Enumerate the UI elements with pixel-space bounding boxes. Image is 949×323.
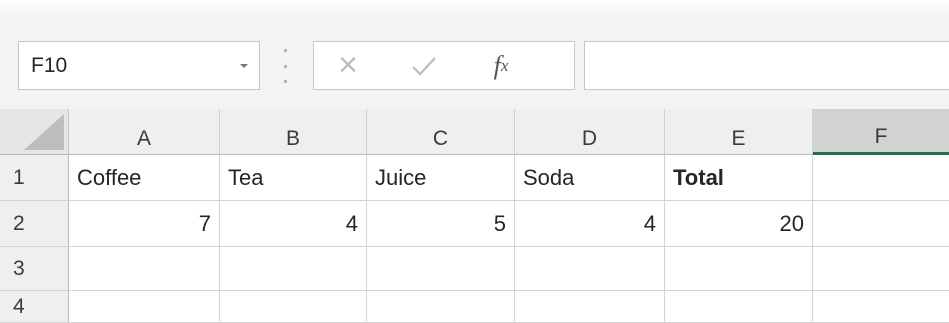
name-box-value[interactable]: F10 xyxy=(19,54,229,78)
cell-f4[interactable] xyxy=(813,291,949,323)
cell-a3[interactable] xyxy=(69,247,220,291)
cancel-icon[interactable]: × xyxy=(314,42,382,89)
column-header-a[interactable]: A xyxy=(69,109,220,155)
cell-e2[interactable]: 20 xyxy=(665,201,813,247)
row-header-4[interactable]: 4 xyxy=(0,291,69,323)
fx-sub: x xyxy=(500,55,509,75)
name-box[interactable]: F10 xyxy=(18,41,260,90)
column-header-c[interactable]: C xyxy=(367,109,515,155)
cell-a2[interactable]: 7 xyxy=(69,201,220,247)
cell-c2[interactable]: 5 xyxy=(367,201,515,247)
row-header-1[interactable]: 1 xyxy=(0,155,69,201)
cell-e4[interactable] xyxy=(665,291,813,323)
formula-buttons: × fx xyxy=(313,41,575,90)
insert-function-button[interactable]: fx xyxy=(466,42,536,89)
worksheet-grid: A B C D E F 1 2 3 4 Coffee Tea Juice Sod… xyxy=(0,109,949,323)
cell-e1[interactable]: Total xyxy=(665,155,813,201)
cell-c3[interactable] xyxy=(367,247,515,291)
select-all-icon xyxy=(24,114,64,150)
cell-e3[interactable] xyxy=(665,247,813,291)
cell-d1[interactable]: Soda xyxy=(515,155,665,201)
cell-a1[interactable]: Coffee xyxy=(69,155,220,201)
cell-b2[interactable]: 4 xyxy=(220,201,367,247)
cell-d3[interactable] xyxy=(515,247,665,291)
ribbon-edge xyxy=(0,0,949,13)
column-header-d[interactable]: D xyxy=(515,109,665,155)
row-header-3[interactable]: 3 xyxy=(0,247,69,291)
cell-c4[interactable] xyxy=(367,291,515,323)
cell-b3[interactable] xyxy=(220,247,367,291)
cell-d4[interactable] xyxy=(515,291,665,323)
cell-a4[interactable] xyxy=(69,291,220,323)
formula-input[interactable] xyxy=(584,41,949,90)
cell-d2[interactable]: 4 xyxy=(515,201,665,247)
formula-bar-area: F10 × fx xyxy=(0,13,949,109)
cell-b4[interactable] xyxy=(220,291,367,323)
cell-f1[interactable] xyxy=(813,155,949,201)
cell-b1[interactable]: Tea xyxy=(220,155,367,201)
select-all-button[interactable] xyxy=(0,109,69,155)
row-header-2[interactable]: 2 xyxy=(0,201,69,247)
fx-label: f xyxy=(493,50,501,80)
column-header-b[interactable]: B xyxy=(220,109,367,155)
cell-c1[interactable]: Juice xyxy=(367,155,515,201)
drag-handle-icon[interactable] xyxy=(281,49,289,83)
column-header-e[interactable]: E xyxy=(665,109,813,155)
caret-down-icon[interactable] xyxy=(229,60,259,72)
cell-f2[interactable] xyxy=(813,201,949,247)
column-header-f[interactable]: F xyxy=(813,109,949,155)
check-icon[interactable] xyxy=(382,42,466,89)
cell-f3[interactable] xyxy=(813,247,949,291)
